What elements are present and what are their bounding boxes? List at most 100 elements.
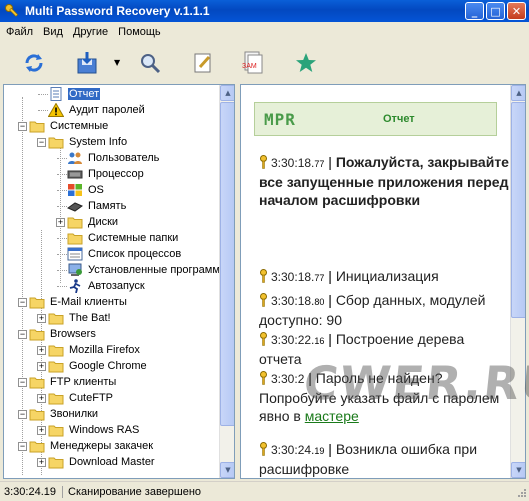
log-ms: 19 bbox=[314, 446, 325, 456]
expand-toggle[interactable]: + bbox=[37, 362, 46, 371]
tree-node-label: Диски bbox=[88, 216, 119, 228]
star-button[interactable] bbox=[293, 50, 319, 76]
tree-node-label: Системные папки bbox=[88, 232, 179, 244]
watermark: CWER.RU bbox=[301, 356, 529, 410]
report-button[interactable]: ЗАМ bbox=[240, 50, 266, 76]
tree-node[interactable]: Google Chrome bbox=[48, 358, 148, 374]
menu-file[interactable]: Файл bbox=[6, 26, 33, 38]
tree-node[interactable]: Менеджеры закачек bbox=[29, 438, 154, 454]
tree-node[interactable]: E-Mail клиенты bbox=[29, 294, 128, 310]
log-entry: 3:30:18.77 | Инициализация bbox=[259, 267, 509, 287]
expand-toggle[interactable]: − bbox=[18, 298, 27, 307]
tree-connector bbox=[57, 238, 67, 239]
tree-connector bbox=[38, 94, 48, 95]
expand-toggle[interactable]: + bbox=[37, 458, 46, 467]
tree-node-label: CuteFTP bbox=[69, 392, 114, 404]
tree-view[interactable]: Отчет Аудит паролей Системные − System Info −… bbox=[4, 85, 220, 478]
scroll-up-button[interactable]: ▲ bbox=[220, 85, 234, 101]
tree-node[interactable]: Диски bbox=[67, 214, 119, 230]
tree-node-label: Автозапуск bbox=[88, 280, 145, 292]
tree-node[interactable]: Системные bbox=[29, 118, 109, 134]
resize-grip-icon[interactable] bbox=[515, 487, 527, 499]
expand-toggle[interactable]: + bbox=[37, 426, 46, 435]
log-time: 3:30:24. bbox=[271, 443, 315, 457]
expand-toggle[interactable]: − bbox=[18, 122, 27, 131]
tree-node[interactable]: Автозапуск bbox=[67, 278, 146, 294]
key-icon bbox=[260, 442, 267, 456]
expand-toggle[interactable]: − bbox=[37, 138, 46, 147]
scroll-down-button[interactable]: ▼ bbox=[220, 462, 234, 478]
users-icon bbox=[67, 151, 83, 165]
tree-node[interactable]: Системные папки bbox=[67, 230, 179, 246]
tree-node[interactable]: OS bbox=[67, 182, 105, 198]
tree-node[interactable]: Browsers bbox=[29, 326, 97, 342]
report-scroll-down-button[interactable]: ▼ bbox=[511, 462, 525, 478]
wizard-link[interactable]: мастере bbox=[305, 408, 359, 424]
expand-toggle[interactable]: − bbox=[18, 442, 27, 451]
folder-icon bbox=[48, 135, 64, 149]
key-icon bbox=[5, 4, 19, 17]
tree-node[interactable]: Пользователь bbox=[67, 150, 160, 166]
expand-toggle[interactable]: − bbox=[18, 378, 27, 387]
tree-node[interactable]: Mozilla Firefox bbox=[48, 342, 141, 358]
minimize-button[interactable]: _ bbox=[465, 2, 484, 20]
expand-toggle[interactable]: − bbox=[18, 330, 27, 339]
tree-panel[interactable]: Отчет Аудит паролей Системные − System Info −… bbox=[3, 84, 235, 479]
log-time: 3:30:2 bbox=[271, 372, 305, 386]
win-icon bbox=[67, 183, 83, 197]
save-button[interactable] bbox=[74, 50, 100, 76]
key-icon bbox=[260, 332, 267, 346]
tree-node[interactable]: The Bat! bbox=[48, 310, 112, 326]
report-scrollbar[interactable]: ▲ ▼ bbox=[510, 85, 525, 478]
status-message: Сканирование завершено bbox=[68, 485, 202, 498]
tree-node[interactable]: Установленные программы bbox=[67, 262, 220, 278]
tree-connector bbox=[57, 174, 67, 175]
tree-node-label: Список процессов bbox=[88, 248, 182, 260]
tree-node[interactable]: FTP клиенты bbox=[29, 374, 117, 390]
menu-view[interactable]: Вид bbox=[43, 26, 63, 38]
expand-toggle[interactable]: + bbox=[37, 346, 46, 355]
title-bar: Multi Password Recovery v.1.1.1 _ □ ✕ bbox=[0, 0, 529, 22]
tree-node[interactable]: Процессор bbox=[67, 166, 145, 182]
expand-toggle[interactable]: − bbox=[18, 410, 27, 419]
expand-toggle[interactable]: + bbox=[56, 218, 65, 227]
report-panel: MPR Отчет 3:30:18.77 | Пожалуйста, закры… bbox=[240, 84, 526, 479]
tree-node[interactable]: Аудит паролей bbox=[47, 102, 146, 118]
log-ms: 77 bbox=[314, 273, 325, 283]
tree-node[interactable]: Отчет bbox=[48, 86, 101, 102]
tree-scrollbar[interactable]: ▲ ▼ bbox=[219, 85, 234, 478]
folder-icon bbox=[48, 311, 64, 325]
tree-connector bbox=[57, 286, 67, 287]
close-button[interactable]: ✕ bbox=[507, 2, 526, 20]
scroll-thumb[interactable] bbox=[220, 102, 234, 426]
tree-node[interactable]: System Info bbox=[48, 134, 128, 150]
menu-other[interactable]: Другие bbox=[73, 26, 108, 38]
tree-node[interactable]: Звонилки bbox=[29, 406, 99, 422]
window-title: Multi Password Recovery v.1.1.1 bbox=[25, 4, 210, 18]
tree-node[interactable]: CuteFTP bbox=[48, 390, 114, 406]
expand-toggle[interactable]: + bbox=[37, 394, 46, 403]
svg-text:ЗАМ: ЗАМ bbox=[242, 63, 257, 70]
log-time: 3:30:22. bbox=[271, 333, 315, 347]
tree-node[interactable]: Память bbox=[66, 198, 127, 214]
tree-node-label: E-Mail клиенты bbox=[50, 296, 127, 308]
report-scroll-thumb[interactable] bbox=[511, 102, 525, 318]
search-icon bbox=[141, 54, 161, 74]
expand-toggle[interactable]: + bbox=[37, 314, 46, 323]
tree-node[interactable]: Windows RAS bbox=[48, 422, 140, 438]
edit-icon bbox=[194, 53, 211, 73]
edit-button[interactable] bbox=[190, 50, 216, 76]
refresh-button[interactable] bbox=[21, 50, 47, 76]
log-ms: 77 bbox=[314, 159, 325, 169]
save-dropdown-arrow[interactable]: ▼ bbox=[114, 58, 120, 67]
report-scroll-up-button[interactable]: ▲ bbox=[511, 85, 525, 101]
menu-help[interactable]: Помощь bbox=[118, 26, 161, 38]
tree-node[interactable]: Download Master bbox=[48, 454, 156, 470]
tree-node[interactable]: Список процессов bbox=[67, 246, 182, 262]
tree-connector bbox=[57, 190, 67, 191]
mpr-logo: MPR bbox=[264, 109, 296, 129]
search-button[interactable] bbox=[137, 50, 163, 76]
maximize-button[interactable]: □ bbox=[486, 2, 505, 20]
toolbar: ▼ ЗАМ bbox=[0, 44, 529, 82]
tree-connector bbox=[57, 270, 67, 271]
